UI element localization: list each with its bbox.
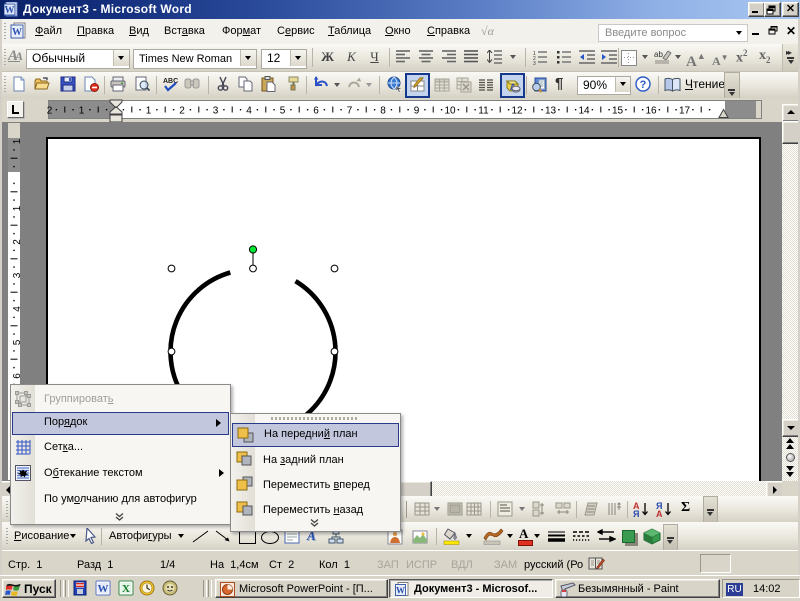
svg-text:1: 1: [79, 106, 85, 117]
svg-text:W: W: [12, 27, 22, 38]
svg-text:1: 1: [146, 106, 152, 117]
svg-text:16: 16: [645, 106, 657, 117]
svg-text:7: 7: [347, 106, 353, 117]
svg-text:ab: ab: [654, 50, 663, 59]
svg-text:X: X: [122, 583, 130, 595]
svg-text:9: 9: [414, 106, 420, 117]
svg-text:3: 3: [213, 106, 219, 117]
svg-text:8: 8: [380, 106, 386, 117]
svg-text:2: 2: [47, 106, 53, 117]
svg-text:17: 17: [679, 106, 691, 117]
svg-text:13: 13: [545, 106, 557, 117]
svg-text:4: 4: [246, 106, 252, 117]
svg-text:3: 3: [533, 61, 536, 65]
svg-text:6: 6: [313, 106, 319, 117]
svg-text:?: ?: [640, 79, 647, 91]
svg-text:W: W: [98, 583, 109, 595]
svg-text:15: 15: [612, 106, 624, 117]
svg-text:11: 11: [478, 106, 489, 117]
svg-text:14: 14: [578, 106, 590, 117]
svg-text:А: А: [656, 509, 663, 517]
svg-text:W: W: [396, 586, 405, 596]
svg-text:5: 5: [280, 106, 286, 117]
svg-text:12: 12: [511, 106, 523, 117]
svg-text:10: 10: [444, 106, 456, 117]
svg-text:W: W: [5, 5, 15, 16]
svg-text:2: 2: [179, 106, 185, 117]
svg-text:Я: Я: [633, 509, 639, 517]
